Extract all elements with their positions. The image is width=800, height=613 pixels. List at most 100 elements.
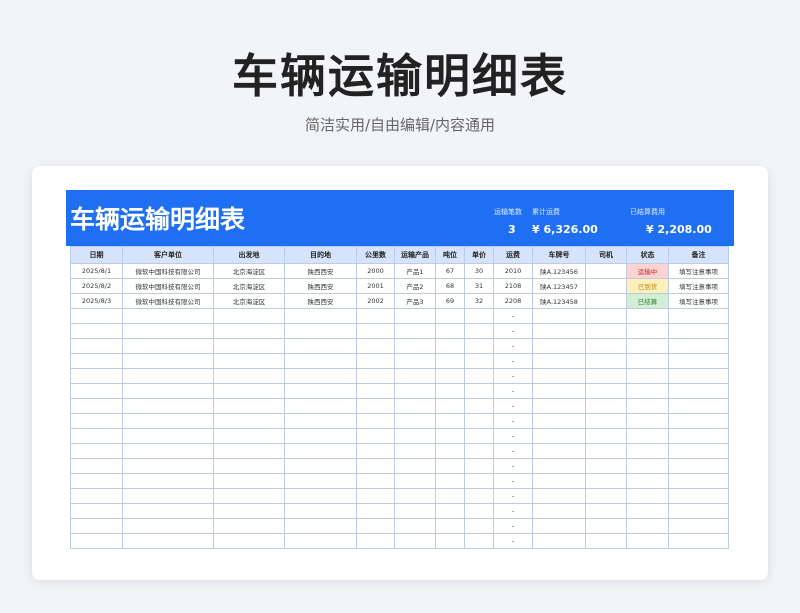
cell-status[interactable]: 已到货 [626, 278, 669, 294]
cell-fee[interactable]: - [493, 353, 533, 369]
cell-empty[interactable] [356, 338, 395, 354]
cell-fee[interactable]: - [493, 458, 533, 474]
cell-fee[interactable]: - [493, 488, 533, 504]
cell-empty[interactable] [464, 398, 494, 414]
cell-empty[interactable] [464, 473, 494, 489]
cell-empty[interactable] [213, 428, 285, 444]
cell-fee[interactable]: - [493, 533, 533, 549]
cell-empty[interactable] [626, 383, 669, 399]
cell-empty[interactable] [435, 458, 465, 474]
cell-empty[interactable] [122, 458, 214, 474]
cell-empty[interactable] [213, 413, 285, 429]
cell-empty[interactable] [70, 458, 123, 474]
cell-empty[interactable] [213, 383, 285, 399]
cell-empty[interactable] [532, 338, 586, 354]
cell-empty[interactable] [626, 398, 669, 414]
cell-empty[interactable] [668, 488, 729, 504]
cell-empty[interactable] [668, 428, 729, 444]
cell-empty[interactable] [626, 353, 669, 369]
cell-empty[interactable] [70, 323, 123, 339]
cell-empty[interactable] [585, 368, 627, 384]
cell-empty[interactable] [394, 368, 436, 384]
cell-empty[interactable] [70, 473, 123, 489]
cell-empty[interactable] [626, 473, 669, 489]
cell-empty[interactable] [356, 473, 395, 489]
cell-empty[interactable] [532, 503, 586, 519]
cell-destination[interactable]: 陕西西安 [284, 293, 357, 309]
cell-empty[interactable] [122, 443, 214, 459]
cell-empty[interactable] [668, 458, 729, 474]
cell-empty[interactable] [464, 338, 494, 354]
cell-empty[interactable] [585, 398, 627, 414]
cell-empty[interactable] [122, 353, 214, 369]
cell-empty[interactable] [122, 518, 214, 534]
cell-empty[interactable] [356, 488, 395, 504]
cell-empty[interactable] [532, 398, 586, 414]
cell-fee[interactable]: - [493, 323, 533, 339]
cell-status[interactable]: 运输中 [626, 263, 669, 279]
cell-empty[interactable] [435, 353, 465, 369]
cell-empty[interactable] [70, 443, 123, 459]
column-header[interactable]: 出发地 [213, 246, 285, 264]
cell-empty[interactable] [122, 368, 214, 384]
cell-empty[interactable] [394, 323, 436, 339]
column-header[interactable]: 司机 [585, 246, 627, 264]
cell-origin[interactable]: 北京海淀区 [213, 293, 285, 309]
cell-product[interactable]: 产品3 [394, 293, 436, 309]
cell-empty[interactable] [464, 443, 494, 459]
cell-empty[interactable] [70, 488, 123, 504]
cell-empty[interactable] [464, 488, 494, 504]
cell-empty[interactable] [626, 533, 669, 549]
cell-empty[interactable] [585, 458, 627, 474]
cell-fee[interactable]: 2108 [493, 278, 533, 294]
cell-empty[interactable] [435, 488, 465, 504]
cell-empty[interactable] [122, 323, 214, 339]
cell-empty[interactable] [626, 323, 669, 339]
cell-empty[interactable] [122, 308, 214, 324]
cell-empty[interactable] [464, 533, 494, 549]
cell-empty[interactable] [356, 308, 395, 324]
cell-empty[interactable] [213, 473, 285, 489]
cell-empty[interactable] [356, 533, 395, 549]
cell-empty[interactable] [213, 488, 285, 504]
cell-empty[interactable] [668, 413, 729, 429]
cell-empty[interactable] [464, 308, 494, 324]
cell-empty[interactable] [435, 503, 465, 519]
cell-empty[interactable] [394, 473, 436, 489]
cell-empty[interactable] [585, 488, 627, 504]
cell-empty[interactable] [626, 458, 669, 474]
cell-fee[interactable]: - [493, 428, 533, 444]
cell-date[interactable]: 2025/8/3 [70, 293, 123, 309]
cell-empty[interactable] [532, 458, 586, 474]
cell-empty[interactable] [585, 443, 627, 459]
column-header[interactable]: 公里数 [356, 246, 395, 264]
cell-empty[interactable] [284, 533, 357, 549]
cell-empty[interactable] [585, 428, 627, 444]
cell-empty[interactable] [435, 368, 465, 384]
cell-fee[interactable]: - [493, 398, 533, 414]
cell-empty[interactable] [532, 443, 586, 459]
cell-empty[interactable] [585, 308, 627, 324]
cell-empty[interactable] [668, 368, 729, 384]
cell-empty[interactable] [585, 518, 627, 534]
cell-empty[interactable] [394, 488, 436, 504]
cell-tons[interactable]: 67 [435, 263, 465, 279]
cell-driver[interactable] [585, 263, 627, 279]
cell-empty[interactable] [356, 353, 395, 369]
cell-empty[interactable] [70, 533, 123, 549]
cell-empty[interactable] [284, 368, 357, 384]
cell-client[interactable]: 微软中国科技有限公司 [122, 263, 214, 279]
cell-empty[interactable] [284, 473, 357, 489]
cell-empty[interactable] [284, 353, 357, 369]
cell-fee[interactable]: - [493, 413, 533, 429]
cell-empty[interactable] [532, 368, 586, 384]
cell-km[interactable]: 2000 [356, 263, 395, 279]
cell-empty[interactable] [122, 533, 214, 549]
cell-driver[interactable] [585, 278, 627, 294]
cell-empty[interactable] [70, 368, 123, 384]
cell-note[interactable]: 填写注意事项 [668, 278, 729, 294]
cell-empty[interactable] [626, 503, 669, 519]
cell-empty[interactable] [356, 503, 395, 519]
cell-empty[interactable] [464, 368, 494, 384]
cell-plate[interactable]: 陕A.123458 [532, 293, 586, 309]
